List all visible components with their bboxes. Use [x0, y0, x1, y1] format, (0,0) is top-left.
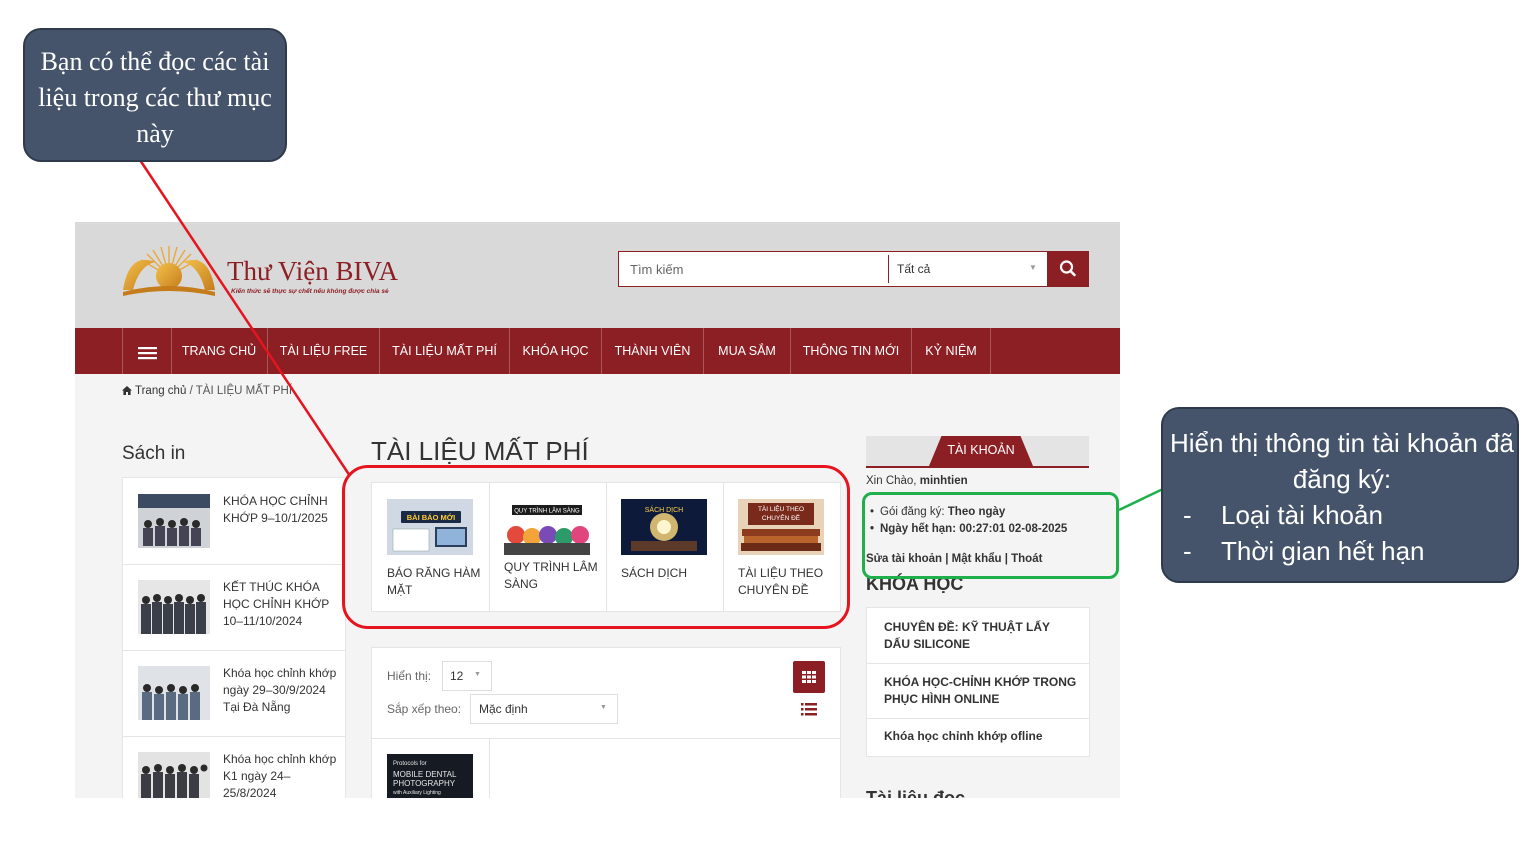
left-connector-line	[138, 159, 352, 477]
callout-right-title: Hiển thị thông tin tài khoản đã đăng ký:	[1169, 428, 1515, 494]
callout-right: Hiển thị thông tin tài khoản đã đăng ký:…	[1161, 407, 1519, 583]
callout-bullet: - Loại tài khoản	[1183, 497, 1383, 533]
callout-left: Bạn có thể đọc các tài liệu trong các th…	[23, 28, 287, 162]
bullet-marker: -	[1183, 500, 1192, 530]
bullet-marker: -	[1183, 536, 1192, 566]
bullet-text: Loại tài khoản	[1221, 500, 1383, 530]
bullet-text: Thời gian hết hạn	[1221, 536, 1425, 566]
right-connector-line	[1118, 487, 1164, 512]
callout-bullet: - Thời gian hết hạn	[1183, 533, 1425, 569]
